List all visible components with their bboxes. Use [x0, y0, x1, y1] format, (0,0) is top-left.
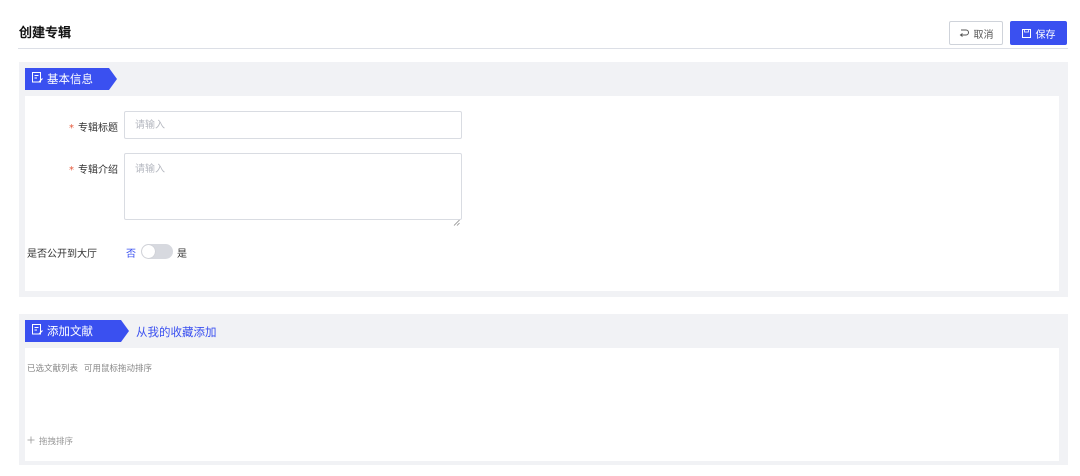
public-toggle-switch[interactable] [141, 244, 173, 259]
toggle-on-label: 是 [177, 249, 187, 260]
album-intro-label-text: 专辑介绍 [78, 165, 118, 176]
undo-icon [959, 29, 969, 38]
public-toggle-label: 是否公开到大厅 [27, 249, 97, 260]
create-album-page: 创建专辑 取消 保存 基本信息 * 专辑标题 请输入 * 专辑介绍 请输入 是否… [0, 0, 1080, 476]
toggle-off-label: 否 [126, 249, 136, 260]
save-button-label: 保存 [1035, 29, 1056, 41]
cancel-button[interactable]: 取消 [949, 21, 1003, 45]
move-icon [27, 436, 35, 447]
basic-info-body: * 专辑标题 * 专辑介绍 是否公开到大厅 否 是 [25, 96, 1059, 291]
drag-sort-handle[interactable]: 拖拽排序 [27, 435, 73, 447]
save-icon [1021, 28, 1031, 38]
drag-sort-label: 拖拽排序 [39, 437, 74, 447]
basic-info-label: 基本信息 [47, 72, 93, 86]
add-from-favorites-link[interactable]: 从我的收藏添加 [136, 324, 217, 340]
add-docs-tag: 添加文献 [25, 320, 129, 342]
header-divider [18, 48, 1068, 49]
form-edit-icon [32, 324, 43, 338]
album-title-input[interactable] [124, 111, 462, 139]
save-button[interactable]: 保存 [1010, 21, 1067, 45]
album-title-label-text: 专辑标题 [78, 123, 118, 134]
selected-docs-label-text: 已选文献列表 [27, 364, 79, 374]
required-mark: * [69, 165, 74, 176]
page-header: 创建专辑 取消 保存 [0, 0, 1080, 50]
resize-grip-icon[interactable] [453, 211, 460, 226]
cancel-button-label: 取消 [973, 29, 994, 41]
page-title: 创建专辑 [19, 26, 72, 41]
form-edit-icon [32, 72, 43, 86]
required-mark: * [69, 123, 74, 134]
add-docs-body: 已选文献列表 可用鼠标拖动排序 拖拽排序 [25, 348, 1059, 461]
basic-info-section: 基本信息 * 专辑标题 * 专辑介绍 是否公开到大厅 否 [19, 62, 1068, 297]
selected-docs-label: 已选文献列表 可用鼠标拖动排序 [27, 362, 152, 374]
basic-info-tag: 基本信息 [25, 68, 117, 90]
album-intro-textarea[interactable] [124, 153, 462, 220]
album-title-label: * 专辑标题 [69, 119, 118, 134]
add-docs-label: 添加文献 [47, 324, 93, 338]
drag-hint-text: 可用鼠标拖动排序 [84, 364, 153, 374]
album-intro-label: * 专辑介绍 [69, 161, 118, 176]
toggle-knob [142, 245, 155, 258]
add-docs-section: 添加文献 从我的收藏添加 已选文献列表 可用鼠标拖动排序 拖拽排序 [19, 314, 1068, 465]
